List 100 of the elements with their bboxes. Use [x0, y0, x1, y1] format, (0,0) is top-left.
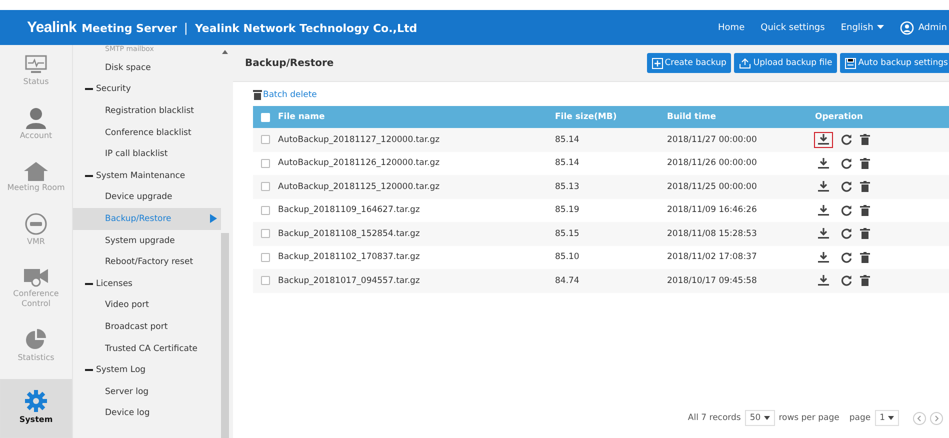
- column-header: File name: [278, 112, 326, 122]
- menu-item[interactable]: Trusted CA Certificate: [73, 338, 221, 360]
- user-icon: [900, 20, 914, 34]
- table-cell-text: AutoBackup_20181125_120000.tar.gz: [278, 182, 441, 192]
- menu-item[interactable]: Reboot/Factory reset: [73, 251, 221, 273]
- restore-icon[interactable]: [841, 252, 852, 263]
- checkbox[interactable]: [261, 182, 270, 192]
- table-cell-text: 85.15: [555, 228, 580, 239]
- trash-icon[interactable]: [860, 252, 870, 263]
- menu-item[interactable]: Conference blacklist: [73, 122, 221, 144]
- trash-icon[interactable]: [860, 204, 870, 216]
- menu-item[interactable]: Registration blacklist: [73, 100, 221, 122]
- menu-item[interactable]: Device log: [73, 402, 221, 424]
- menu-group[interactable]: Licenses: [73, 272, 221, 295]
- table-cell-text: Backup_20181109_164627.tar.gz: [278, 205, 421, 216]
- checkbox[interactable]: [261, 206, 270, 215]
- menu-item[interactable]: Server log: [73, 380, 221, 402]
- menu-item[interactable]: Disk space: [73, 57, 221, 79]
- trash-icon[interactable]: [860, 134, 870, 146]
- nav-link[interactable]: Quick settings: [760, 22, 825, 32]
- checkbox[interactable]: [261, 276, 270, 286]
- trash-icon[interactable]: [860, 228, 870, 240]
- restore-icon[interactable]: [841, 275, 852, 286]
- house-icon: [23, 161, 49, 181]
- person-icon: [25, 107, 47, 129]
- menu-item[interactable]: Device upgrade: [73, 186, 221, 208]
- page-label: page: [849, 413, 871, 423]
- monitor-icon: [25, 55, 47, 75]
- checkbox[interactable]: [261, 229, 270, 238]
- rail-label: Conference Control: [12, 289, 60, 309]
- table-cell-text: 85.14: [555, 134, 580, 145]
- video-camera-icon: [23, 267, 49, 287]
- menu-item[interactable]: Broadcast port: [73, 316, 221, 338]
- pie-chart-icon: [25, 329, 47, 351]
- menu-group[interactable]: Security: [73, 78, 221, 100]
- group-label: Licenses: [96, 278, 132, 289]
- table-cell-text: 85.10: [555, 252, 580, 262]
- restore-icon[interactable]: [841, 204, 852, 216]
- language-dropdown[interactable]: English: [840, 22, 884, 32]
- menu-item[interactable]: System upgrade: [73, 230, 221, 252]
- upload-icon: [739, 58, 752, 68]
- company-name: Yealink Network Technology Co.,Ltd: [194, 22, 418, 35]
- group-label: System Maintenance: [96, 170, 186, 181]
- menu-group[interactable]: System Log: [73, 359, 221, 381]
- restore-icon[interactable]: [841, 228, 852, 240]
- download-button[interactable]: [814, 132, 833, 148]
- caret-icon: [764, 416, 770, 420]
- menu-item[interactable]: IP call blacklist: [73, 143, 221, 165]
- toolbar-button[interactable]: Auto backup settings: [840, 53, 949, 73]
- trash-icon[interactable]: [860, 158, 870, 169]
- vmr-icon: [25, 213, 47, 235]
- rail-item[interactable]: System: [0, 379, 72, 438]
- restore-icon[interactable]: [841, 181, 852, 192]
- checkbox[interactable]: [261, 135, 270, 144]
- scroll-up-icon[interactable]: [222, 50, 228, 54]
- rail-label: Statistics: [16, 353, 56, 363]
- table-cell-text: Backup_20181108_152854.tar.gz: [278, 228, 421, 239]
- table-cell-text: 2018/11/25 00:00:00: [667, 182, 758, 192]
- column-header: File size(MB): [555, 112, 618, 122]
- batch-delete-link[interactable]: Batch delete: [253, 88, 317, 102]
- group-label: System Log: [96, 365, 146, 376]
- restore-icon[interactable]: [841, 134, 852, 146]
- table-cell-text: Backup_20181102_170837.tar.gz: [278, 252, 421, 262]
- toolbar-button[interactable]: Upload backup file: [734, 53, 838, 73]
- user-name[interactable]: Admin: [918, 22, 947, 32]
- table-cell-text: 85.14: [555, 158, 580, 168]
- checkbox[interactable]: [261, 252, 270, 262]
- table-cell-text: AutoBackup_20181126_120000.tar.gz: [278, 158, 441, 168]
- table-cell-text: 2018/11/02 17:08:37: [667, 252, 758, 262]
- table-cell-text: 85.13: [555, 182, 580, 192]
- checkbox[interactable]: [261, 158, 270, 168]
- page-size-dropdown[interactable]: 50: [744, 410, 775, 426]
- table-cell-text: AutoBackup_20181127_120000.tar.gz: [278, 134, 441, 145]
- table-cell-text: 84.74: [555, 276, 580, 286]
- product-name: Meeting Server: [82, 22, 177, 35]
- separator: |: [184, 21, 188, 35]
- caret-icon: [877, 25, 884, 30]
- rail-label: VMR: [26, 237, 46, 247]
- caret-icon: [888, 416, 894, 420]
- rail-label: Status: [22, 77, 50, 87]
- rail-label: System: [18, 415, 54, 425]
- page-dropdown[interactable]: 1: [874, 410, 899, 426]
- trash-icon[interactable]: [860, 181, 870, 192]
- plus-box-icon: [652, 58, 663, 68]
- table-cell-text: 2018/11/26 00:00:00: [667, 158, 758, 168]
- toolbar-button[interactable]: Create backup: [646, 53, 732, 73]
- trash-icon[interactable]: [860, 275, 870, 286]
- column-header: Build time: [667, 112, 717, 122]
- column-header: Operation: [814, 112, 864, 122]
- logo: Yealink: [27, 19, 77, 36]
- page-title: Backup/Restore: [245, 58, 334, 68]
- scrollbar-thumb[interactable]: [221, 233, 229, 438]
- menu-group[interactable]: System Maintenance: [73, 164, 221, 187]
- restore-icon[interactable]: [841, 158, 852, 169]
- group-label: Security: [96, 84, 131, 94]
- nav-link[interactable]: Home: [718, 22, 745, 32]
- trash-icon: [253, 90, 262, 100]
- table-cell-text: 2018/11/27 00:00:00: [667, 134, 758, 145]
- menu-item[interactable]: Video port: [73, 294, 221, 316]
- table-cell-text: Backup_20181017_094557.tar.gz: [278, 276, 421, 286]
